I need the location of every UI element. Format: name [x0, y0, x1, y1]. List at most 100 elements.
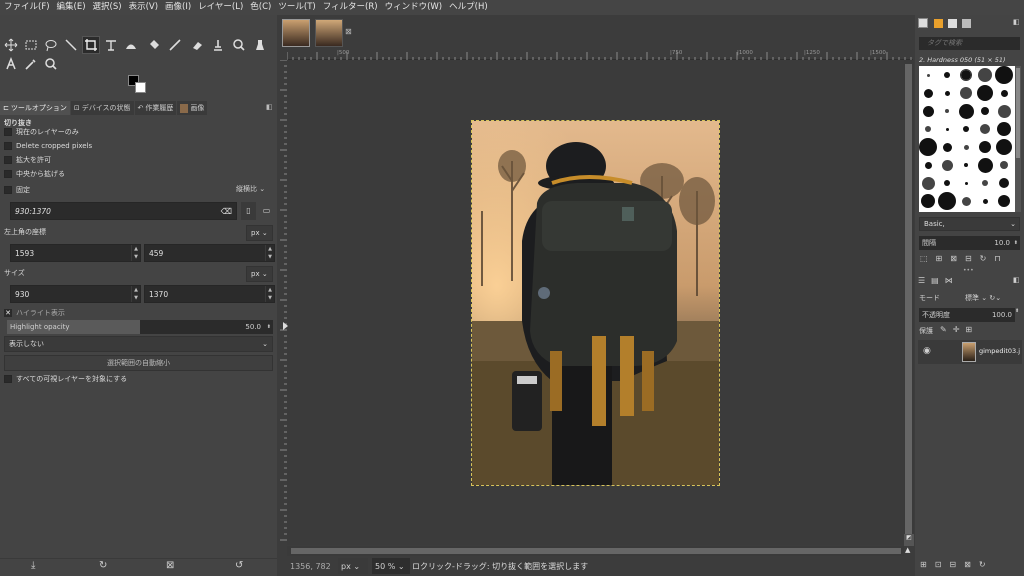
brush-thumbnail[interactable] — [998, 195, 1010, 207]
warp-icon[interactable] — [122, 36, 140, 54]
status-unit-dropdown[interactable]: px ⌄ — [338, 558, 368, 574]
brush-thumbnail[interactable] — [942, 142, 952, 152]
position-unit-dropdown[interactable]: px ⌄ — [246, 225, 273, 241]
brush-thumbnail[interactable] — [944, 90, 950, 96]
brushes-tab-icon[interactable] — [918, 18, 928, 28]
brush-thumbnail[interactable] — [1000, 161, 1008, 169]
text-tool-icon[interactable] — [2, 55, 20, 73]
brush-thumbnail[interactable] — [960, 87, 972, 99]
menu-help[interactable]: ヘルプ(H) — [445, 0, 491, 15]
delete-options-icon[interactable]: ⊠ — [166, 560, 174, 571]
brush-thumbnail[interactable] — [996, 139, 1012, 155]
dock-menu-icon[interactable]: ◧ — [1013, 276, 1020, 284]
landscape-icon[interactable]: ▭ — [259, 202, 274, 220]
layers-tabs-icons[interactable]: ☰▤⋈ — [918, 276, 959, 285]
tab-undo-history[interactable]: ↶ 作業履歴 — [134, 101, 177, 115]
crop-tool-icon[interactable] — [82, 36, 100, 54]
brush-thumbnail[interactable] — [977, 157, 993, 173]
brush-thumbnail[interactable] — [938, 192, 956, 210]
size-unit-dropdown[interactable]: px ⌄ — [246, 266, 273, 282]
position-y-input[interactable]: 459 ▲ ▼ — [144, 244, 275, 262]
image-tab-thumbnail-1[interactable] — [282, 19, 310, 47]
fonts-tab-icon[interactable] — [948, 19, 957, 28]
brush-thumbnail[interactable] — [963, 144, 969, 150]
mode-switch-icon[interactable]: ↻⌄ — [989, 294, 1001, 302]
smudge-icon[interactable] — [230, 36, 248, 54]
brush-thumbnail[interactable] — [961, 196, 971, 206]
tab-images[interactable]: 画像 — [177, 101, 208, 115]
spin-buttons[interactable]: ▲ ▼ — [265, 245, 274, 261]
current-layer-only-option[interactable]: 現在のレイヤーのみ — [4, 126, 79, 138]
spin-buttons[interactable]: ▲ ▼ — [131, 245, 140, 261]
lasso-icon[interactable] — [42, 36, 60, 54]
brush-thumbnail[interactable] — [964, 163, 968, 167]
brush-thumbnail[interactable] — [995, 66, 1013, 84]
spin-buttons[interactable]: ▲ ▼ — [131, 286, 140, 302]
save-options-icon[interactable]: ⤓ — [31, 560, 35, 571]
checkbox[interactable] — [4, 170, 12, 178]
brush-thumbnail[interactable] — [1000, 89, 1008, 97]
layer-row[interactable]: ◉ gimpedit03.j — [918, 340, 1022, 364]
position-x-input[interactable]: 1593 ▲ ▼ — [10, 244, 141, 262]
navigate-icon[interactable]: ◩ — [904, 534, 914, 546]
close-icon[interactable]: ✕ — [4, 309, 12, 317]
aspect-ratio-input[interactable]: 930:1370 ⌫ — [10, 202, 237, 220]
brush-preset-dropdown[interactable]: Basic, ⌄ — [919, 217, 1020, 231]
image-tab-thumbnail-2[interactable] — [315, 19, 343, 47]
brush-thumbnail[interactable] — [945, 109, 949, 113]
fixed-option[interactable]: 固定 — [4, 184, 30, 196]
expand-center-option[interactable]: 中央から拡げる — [4, 168, 65, 180]
dock-menu-icon[interactable]: ◧ — [266, 103, 273, 111]
brush-thumbnail[interactable] — [923, 88, 933, 98]
brush-actions-toolbar[interactable]: ⬚⊞⊠⊟↻⊓ — [920, 254, 1009, 263]
restore-options-icon[interactable]: ↻ — [99, 560, 107, 571]
brush-thumbnail[interactable] — [964, 181, 968, 185]
brush-thumbnail[interactable] — [997, 104, 1011, 118]
menu-view[interactable]: 表示(V) — [125, 0, 161, 15]
lock-icons[interactable]: ✎✛⊞ — [940, 325, 978, 334]
dodge-burn-icon[interactable] — [251, 36, 269, 54]
menu-image[interactable]: 画像(I) — [161, 0, 194, 15]
transform-icon[interactable] — [102, 36, 120, 54]
dock-menu-icon[interactable]: ◧ — [1013, 18, 1020, 26]
brush-thumbnail[interactable] — [925, 126, 931, 132]
brush-thumbnail[interactable] — [922, 105, 934, 117]
clone-icon[interactable] — [209, 36, 227, 54]
size-height-input[interactable]: 1370 ▲ ▼ — [144, 285, 275, 303]
bucket-fill-icon[interactable] — [145, 36, 163, 54]
highlight-opacity-slider[interactable]: Highlight opacity 50.0 ⬍ — [7, 320, 273, 334]
color-picker-icon[interactable] — [22, 55, 40, 73]
spin-buttons[interactable]: ⬍ — [1015, 308, 1021, 322]
brush-thumbnail[interactable] — [921, 176, 935, 190]
paintbrush-icon[interactable] — [166, 36, 184, 54]
menu-file[interactable]: ファイル(F) — [0, 0, 53, 15]
brush-thumbnail[interactable] — [924, 161, 932, 169]
brush-thumbnail[interactable] — [981, 107, 989, 115]
patterns-tab-icon[interactable] — [934, 19, 943, 28]
spin-buttons[interactable]: ⬍ — [267, 320, 271, 334]
brush-thumbnail[interactable] — [926, 73, 930, 77]
zoom-dropdown[interactable]: 50 % ⌄ — [372, 558, 410, 574]
menu-filters[interactable]: フィルター(R) — [319, 0, 381, 15]
brush-scrollbar-thumb[interactable] — [1016, 68, 1020, 158]
tab-tool-options[interactable]: ⊏ ツールオプション — [0, 101, 70, 115]
brush-thumbnail[interactable] — [999, 178, 1009, 188]
menu-tools[interactable]: ツール(T) — [274, 0, 318, 15]
brush-thumbnail[interactable] — [979, 141, 991, 153]
brush-scrollbar[interactable] — [1015, 66, 1021, 212]
background-color-swatch[interactable] — [135, 82, 146, 93]
spin-buttons[interactable]: ▲ ▼ — [265, 286, 274, 302]
vertical-scrollbar-thumb[interactable] — [905, 64, 912, 534]
image-canvas-photo[interactable] — [471, 120, 720, 486]
visibility-eye-icon[interactable]: ◉ — [923, 346, 931, 356]
brush-thumbnail[interactable] — [941, 159, 953, 171]
zoom-follow-icon[interactable]: ▲ — [905, 546, 914, 556]
brush-thumbnail[interactable] — [958, 103, 974, 119]
close-tab-icon[interactable]: ⊠ — [345, 27, 352, 36]
brush-thumbnail[interactable] — [978, 68, 992, 82]
shrink-merged-option[interactable]: すべての可視レイヤーを対象にする — [4, 373, 127, 385]
brush-thumbnail[interactable] — [944, 180, 950, 186]
pane-separator-grip[interactable]: ••• — [963, 267, 974, 274]
auto-shrink-button[interactable]: 選択範囲の自動縮小 — [4, 355, 273, 371]
brush-thumbnail[interactable] — [945, 127, 949, 131]
